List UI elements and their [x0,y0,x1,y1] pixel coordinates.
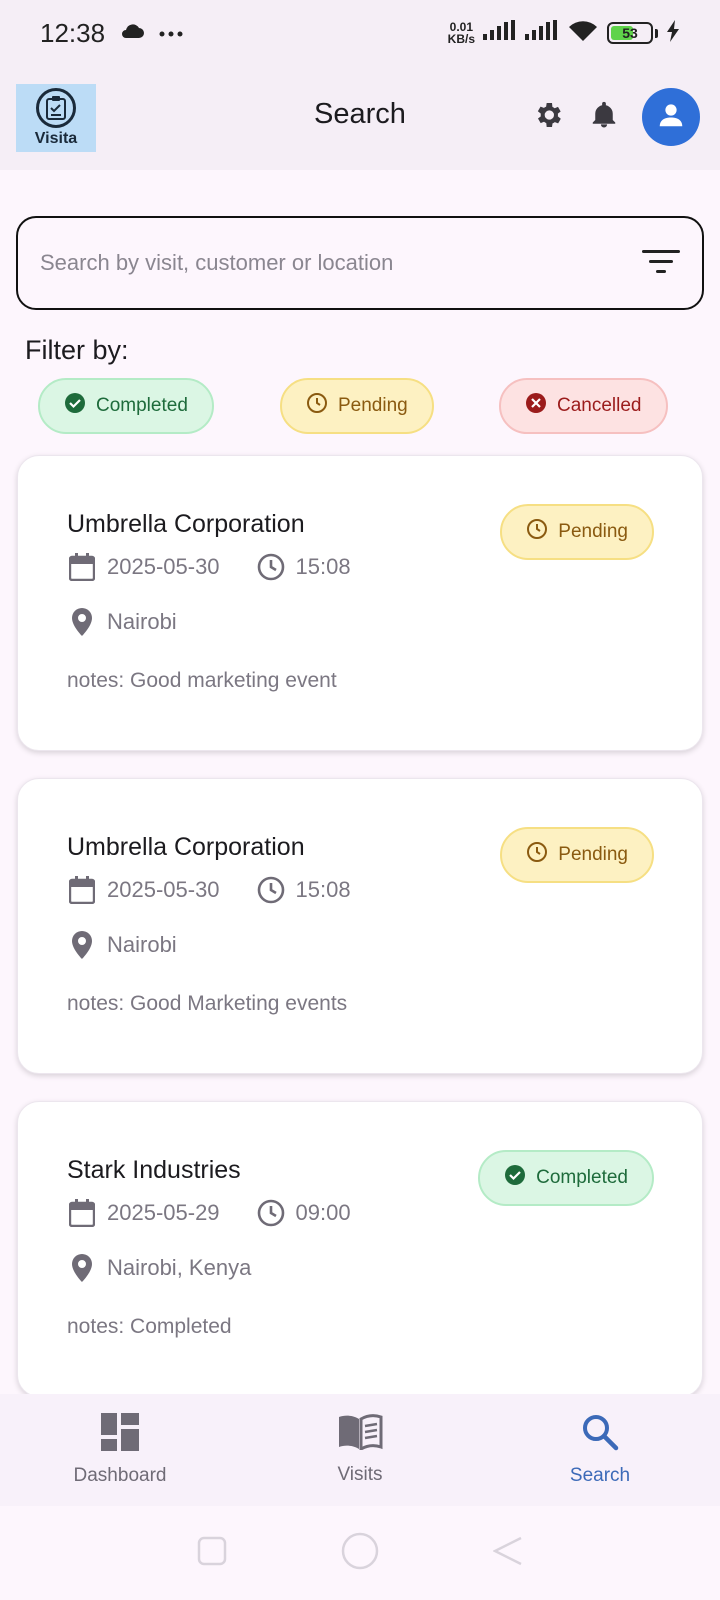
visit-time: 15:08 [295,554,351,579]
back-button[interactable] [492,1536,523,1571]
visit-time: 15:08 [295,877,351,902]
search-input[interactable] [40,250,642,276]
visit-time: 09:00 [295,1200,351,1225]
clock-icon [526,518,548,546]
visit-card[interactable]: Umbrella Corporation Pending 2025-05-30 … [17,778,703,1074]
check-circle-icon [504,1164,526,1192]
settings-button[interactable] [530,99,566,135]
visit-notes: notes: Completed [67,1315,232,1338]
bell-icon [589,99,619,136]
visit-location: Nairobi [107,609,177,634]
calendar-icon [67,1198,97,1228]
calendar-icon [67,552,97,582]
home-button[interactable] [340,1531,380,1576]
dashboard-icon [101,1413,139,1457]
battery-icon: 53 [607,22,653,44]
logo-text: Visita [34,130,78,147]
status-bar: 12:38 0.01 KB/s 53 [0,0,720,66]
visit-notes: notes: Good marketing event [67,669,337,692]
calendar-icon [67,875,97,905]
user-icon [656,100,686,135]
clock-icon [256,552,286,582]
clock-icon [256,875,286,905]
search-field[interactable] [16,216,704,310]
more-dots-icon [159,24,183,42]
profile-avatar-button[interactable] [642,88,700,146]
nav-visits[interactable]: Visits [240,1394,480,1506]
visit-card[interactable]: Umbrella Corporation Pending 2025-05-30 … [17,455,703,751]
clock-icon [256,1198,286,1228]
notifications-button[interactable] [586,99,622,135]
cancel-circle-icon [525,392,547,420]
visit-date: 2025-05-30 [107,554,220,579]
visit-customer: Stark Industries [67,1156,241,1184]
visit-date: 2025-05-30 [107,877,220,902]
filter-list-icon[interactable] [642,246,680,281]
app-bar: Visita Search [0,66,720,170]
status-badge: Pending [500,504,654,560]
filter-chip-cancelled[interactable]: Cancelled [499,378,668,434]
nav-dashboard[interactable]: Dashboard [0,1394,240,1506]
wifi-icon [567,19,599,48]
filter-chip-completed[interactable]: Completed [38,378,214,434]
signal-icon [483,19,517,47]
recents-button[interactable] [197,1536,227,1571]
book-icon [337,1414,383,1456]
cloud-icon [119,22,145,45]
location-pin-icon [67,607,97,637]
search-icon [581,1413,619,1457]
filter-label: Filter by: [25,335,129,365]
bottom-navigation: Dashboard Visits Search [0,1394,720,1506]
location-pin-icon [67,930,97,960]
check-circle-icon [64,392,86,420]
signal-icon-2 [525,19,559,47]
clock-icon [526,841,548,869]
location-pin-icon [67,1253,97,1283]
status-badge: Completed [478,1150,654,1206]
gear-icon [532,99,564,136]
status-badge: Pending [500,827,654,883]
system-navigation-bar [0,1506,720,1600]
visit-location: Nairobi [107,932,177,957]
nav-search[interactable]: Search [480,1394,720,1506]
status-time: 12:38 [40,17,106,48]
network-speed: 0.01 KB/s [447,20,475,46]
charging-icon [666,19,680,47]
visit-card[interactable]: Stark Industries Completed 2025-05-29 09… [17,1101,703,1397]
visit-notes: notes: Good Marketing events [67,992,348,1015]
clock-icon [306,392,328,420]
visit-date: 2025-05-29 [107,1200,220,1225]
visit-customer: Umbrella Corporation [67,833,305,861]
visit-location: Nairobi, Kenya [107,1255,252,1280]
filter-chip-pending[interactable]: Pending [280,378,434,434]
visit-customer: Umbrella Corporation [67,510,305,538]
